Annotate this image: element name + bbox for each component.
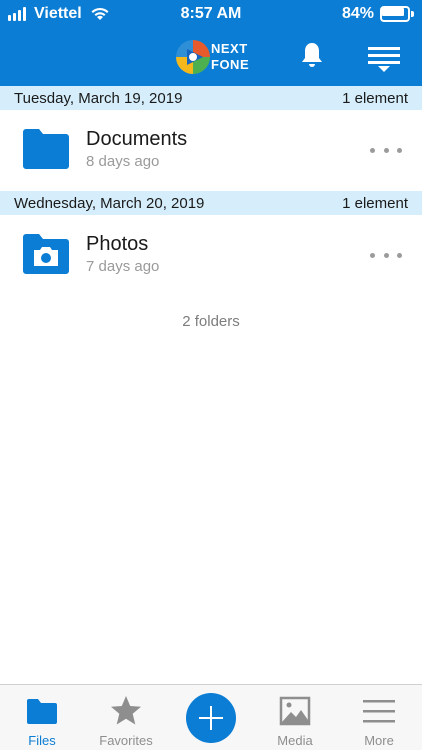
battery-icon bbox=[380, 6, 414, 22]
item-name: Photos bbox=[86, 233, 149, 255]
add-button[interactable] bbox=[186, 693, 236, 743]
logo-text: NEXT FONE bbox=[211, 41, 249, 73]
list-item-documents[interactable]: Documents 8 days ago bbox=[0, 110, 422, 190]
logo-text-line2: FONE bbox=[211, 57, 250, 72]
item-name: Documents bbox=[86, 128, 188, 150]
tab-more[interactable]: More bbox=[337, 685, 421, 750]
sort-menu-icon[interactable] bbox=[367, 45, 401, 73]
logo-mark-icon bbox=[176, 40, 210, 74]
more-options-icon[interactable] bbox=[366, 140, 406, 160]
tab-label: More bbox=[364, 733, 394, 748]
notifications-bell-icon[interactable] bbox=[300, 41, 324, 69]
folder-icon bbox=[23, 129, 69, 169]
list-item-photos[interactable]: Photos 7 days ago bbox=[0, 215, 422, 295]
tab-favorites[interactable]: Favorites bbox=[84, 685, 168, 750]
section-date: Wednesday, March 20, 2019 bbox=[14, 195, 205, 212]
tab-label: Media bbox=[277, 733, 313, 748]
section-header-march-19: Tuesday, March 19, 2019 1 element bbox=[0, 86, 422, 110]
plus-icon bbox=[199, 706, 223, 730]
star-icon bbox=[111, 696, 141, 725]
battery-percentage: 84% bbox=[341, 5, 374, 22]
logo-text-line1: NEXT bbox=[211, 41, 248, 56]
tab-media[interactable]: Media bbox=[253, 685, 337, 750]
status-bar: Viettel 8:57 AM 84% bbox=[0, 0, 422, 28]
status-right: 84% bbox=[342, 5, 414, 23]
nextfone-logo: NEXT FONE bbox=[173, 37, 253, 77]
item-modified: 8 days ago bbox=[86, 153, 160, 170]
toolbar: NEXT FONE bbox=[0, 28, 422, 86]
section-date: Tuesday, March 19, 2019 bbox=[14, 90, 183, 107]
image-icon bbox=[279, 696, 311, 726]
section-count: 1 element bbox=[342, 90, 408, 107]
folder-count-summary: 2 folders bbox=[182, 313, 240, 330]
bottom-tab-bar: Files Favorites Media More bbox=[0, 684, 422, 750]
tab-label: Files bbox=[28, 733, 56, 748]
app-header: Viettel 8:57 AM 84% NEXT FONE bbox=[0, 0, 422, 86]
hamburger-icon bbox=[363, 700, 395, 723]
tab-label: Favorites bbox=[99, 733, 153, 748]
more-options-icon[interactable] bbox=[366, 245, 406, 265]
folder-icon bbox=[27, 699, 57, 724]
section-count: 1 element bbox=[342, 195, 408, 212]
item-modified: 7 days ago bbox=[86, 258, 160, 275]
tab-files[interactable]: Files bbox=[0, 685, 84, 750]
camera-folder-icon bbox=[23, 234, 69, 274]
section-header-march-20: Wednesday, March 20, 2019 1 element bbox=[0, 191, 422, 215]
